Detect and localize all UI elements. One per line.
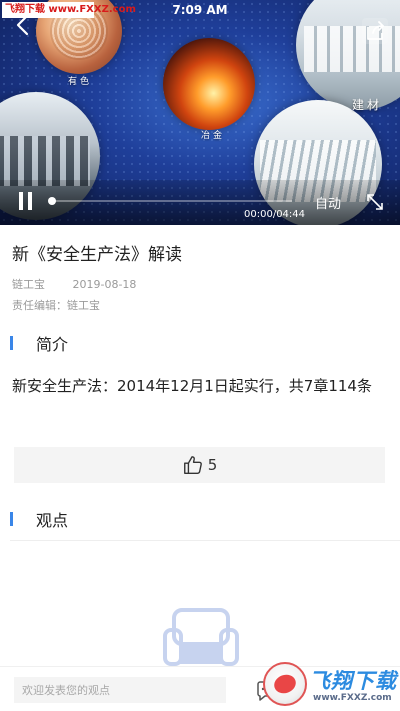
video-player[interactable]: 有色 冶金 建材 7:09 AM 飞翔下载 www.FXXZ.com 00:00… <box>0 0 400 225</box>
watermark-logo-icon <box>263 662 307 706</box>
progress-slider[interactable] <box>48 197 292 205</box>
views-section-header: 观点 <box>10 509 69 530</box>
fullscreen-icon <box>367 194 383 210</box>
comment-input[interactable] <box>14 677 226 703</box>
category-label-building: 建材 <box>352 98 383 112</box>
share-button[interactable] <box>362 18 388 44</box>
like-button[interactable]: 5 <box>14 447 385 483</box>
share-icon <box>367 21 384 40</box>
pause-button[interactable] <box>17 192 35 212</box>
watermark-title: 飞翔下载 <box>309 669 397 693</box>
chevron-left-icon <box>16 14 29 36</box>
category-label-metallurgy: 冶金 <box>201 131 226 141</box>
molten-steel-image <box>163 38 255 130</box>
intro-text: 新安全生产法：2014年12月1日起实行，共7章114条 <box>12 377 372 395</box>
watermark-url: www.FXXZ.com <box>313 693 392 703</box>
views-heading: 观点 <box>36 511 69 530</box>
article-title: 新《安全生产法》解读 <box>12 245 182 265</box>
watermark-bottom-right: 飞翔下载 www.FXXZ.com <box>263 662 400 711</box>
divider <box>10 540 400 541</box>
category-label-nonferrous: 有色 <box>68 77 93 87</box>
article-date: 2019-08-18 <box>72 278 137 291</box>
intro-section-header: 简介 <box>10 333 69 354</box>
like-count: 5 <box>207 456 218 474</box>
back-button[interactable] <box>10 12 36 38</box>
section-accent-bar <box>10 336 13 350</box>
quality-auto-button[interactable]: 自动 <box>315 193 341 212</box>
article-meta: 链工宝 2019-08-18 <box>12 276 136 292</box>
time-readout: 00:00/04:44 <box>244 209 306 220</box>
intro-heading: 简介 <box>36 335 69 354</box>
player-controls: 00:00/04:44 自动 <box>0 180 400 225</box>
thumbs-up-icon <box>183 456 202 474</box>
fullscreen-button[interactable] <box>364 191 386 213</box>
article-source: 链工宝 <box>12 278 45 291</box>
progress-knob[interactable] <box>48 197 56 205</box>
empty-sofa-icon <box>163 608 239 666</box>
article-editor: 责任编辑：链工宝 <box>12 299 100 312</box>
section-accent-bar <box>10 512 13 526</box>
